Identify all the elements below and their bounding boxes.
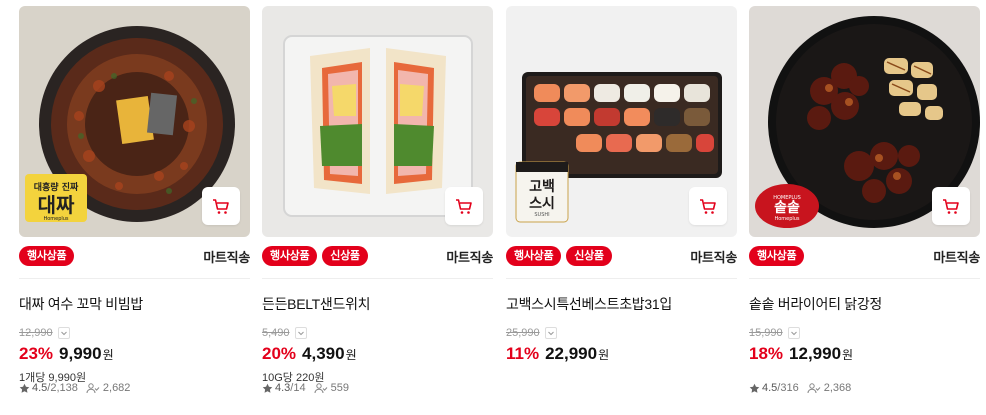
chevron-down-icon xyxy=(790,331,797,336)
cart-icon xyxy=(943,199,959,214)
buyer-count: 2,368 xyxy=(823,382,852,394)
product-image[interactable]: 고백 스시 SUSHI xyxy=(506,6,737,237)
buyers-icon xyxy=(314,383,327,394)
currency: 원 xyxy=(598,348,610,362)
review-stats[interactable]: 4.3 /14 559 xyxy=(262,382,349,394)
cart-icon xyxy=(213,199,229,214)
sale-price: 9,990 xyxy=(59,344,102,363)
badge-row: 행사상품 마트직송 xyxy=(749,245,980,267)
svg-text:Homeplus: Homeplus xyxy=(43,216,68,222)
rating: 4.3 xyxy=(275,382,291,394)
event-badge: 행사상품 xyxy=(749,246,805,266)
price-row: 23% 9,990 원 xyxy=(19,344,250,366)
currency: 원 xyxy=(345,348,357,362)
star-icon xyxy=(749,383,760,393)
original-price: 25,990 xyxy=(506,327,540,339)
cart-icon xyxy=(700,199,716,214)
original-price-row: 12,990 xyxy=(19,326,250,340)
price-row: 11% 22,990 원 xyxy=(506,344,737,366)
event-badge: 행사상품 xyxy=(19,246,75,266)
svg-text:스시: 스시 xyxy=(529,196,555,212)
chevron-down-icon xyxy=(297,331,304,336)
unit-price: 1개당 9,990원 xyxy=(19,372,87,384)
product-name[interactable]: 고백스시특선베스트초밥31입 xyxy=(506,294,737,312)
product-image[interactable] xyxy=(262,6,493,237)
buyer-count: 559 xyxy=(330,382,349,394)
add-to-cart-button[interactable] xyxy=(202,187,240,225)
product-card[interactable]: 대흥량 진짜 대짜 Homeplus 행사상품 마트직송 대짜 여수 꼬막 비빔… xyxy=(19,6,250,384)
review-count: /14 xyxy=(290,382,306,394)
svg-text:대흥량 진짜: 대흥량 진짜 xyxy=(34,181,79,193)
price-row: 20% 4,390 원 xyxy=(262,344,493,366)
add-to-cart-button[interactable] xyxy=(932,187,970,225)
event-badge: 행사상품 xyxy=(262,246,318,266)
product-card[interactable]: 고백 스시 SUSHI 행사상품 신상품 마트직송 고백스시특선베스트초밥31입… xyxy=(506,6,737,366)
divider xyxy=(749,278,980,279)
badge-row: 행사상품 신상품 마트직송 xyxy=(262,245,493,267)
add-to-cart-button[interactable] xyxy=(445,187,483,225)
badge-row: 행사상품 마트직송 xyxy=(19,245,250,267)
price-dropdown[interactable] xyxy=(57,327,70,339)
rating: 4.5 xyxy=(32,382,48,394)
svg-text:솥솥: 솥솥 xyxy=(774,200,800,216)
discount-rate: 23% xyxy=(19,344,54,363)
discount-rate: 20% xyxy=(262,344,297,363)
delivery-type: 마트직송 xyxy=(446,250,493,265)
buyers-icon xyxy=(807,383,821,394)
original-price: 15,990 xyxy=(749,327,783,339)
product-name[interactable]: 든든BELT샌드위치 xyxy=(262,294,493,312)
original-price: 12,990 xyxy=(19,327,53,339)
review-stats[interactable]: 4.5 /316 2,368 xyxy=(749,382,851,394)
original-price: 5,490 xyxy=(262,327,290,339)
original-price-row: 15,990 xyxy=(749,326,980,340)
discount-rate: 18% xyxy=(749,344,784,363)
review-count: /2,138 xyxy=(47,382,78,394)
sale-price: 4,390 xyxy=(302,344,345,363)
chevron-down-icon xyxy=(60,331,67,336)
delivery-type: 마트직송 xyxy=(933,250,980,265)
badge-row: 행사상품 신상품 마트직송 xyxy=(506,245,737,267)
sale-price: 22,990 xyxy=(545,344,598,363)
price-dropdown[interactable] xyxy=(787,327,800,339)
product-image[interactable]: 대흥량 진짜 대짜 Homeplus xyxy=(19,6,250,237)
sale-price: 12,990 xyxy=(789,344,842,363)
new-badge: 신상품 xyxy=(566,246,612,266)
price-dropdown[interactable] xyxy=(544,327,557,339)
add-to-cart-button[interactable] xyxy=(689,187,727,225)
unit-price: 10G당 220원 xyxy=(262,372,325,384)
svg-text:대짜: 대짜 xyxy=(38,193,75,217)
product-name[interactable]: 솥솥 버라이어티 닭강정 xyxy=(749,294,980,312)
price-dropdown[interactable] xyxy=(294,327,307,339)
price-row: 18% 12,990 원 xyxy=(749,344,980,366)
currency: 원 xyxy=(102,348,114,362)
delivery-type: 마트직송 xyxy=(690,250,737,265)
star-icon xyxy=(19,383,30,393)
product-image[interactable]: HOMEPLUS 솥솥 Homeplus xyxy=(749,6,980,237)
delivery-type: 마트직송 xyxy=(203,250,250,265)
rating: 4.5 xyxy=(762,382,778,394)
svg-text:SUSHI: SUSHI xyxy=(534,212,549,218)
review-count: /316 xyxy=(777,382,799,394)
product-name[interactable]: 대짜 여수 꼬막 비빔밥 xyxy=(19,294,250,312)
star-icon xyxy=(262,383,273,393)
buyers-icon xyxy=(86,383,100,394)
discount-rate: 11% xyxy=(506,344,540,363)
buyer-count: 2,682 xyxy=(102,382,131,394)
cart-icon xyxy=(456,199,472,214)
product-card[interactable]: HOMEPLUS 솥솥 Homeplus 행사상품 마트직송 솥솥 버라이어티 … xyxy=(749,6,980,366)
currency: 원 xyxy=(842,348,854,362)
svg-text:고백: 고백 xyxy=(529,179,555,195)
product-card[interactable]: 행사상품 신상품 마트직송 든든BELT샌드위치 5,490 20% 4,390… xyxy=(262,6,493,384)
new-badge: 신상품 xyxy=(322,246,368,266)
product-grid: 대흥량 진짜 대짜 Homeplus 행사상품 마트직송 대짜 여수 꼬막 비빔… xyxy=(0,0,986,415)
chevron-down-icon xyxy=(547,331,554,336)
original-price-row: 25,990 xyxy=(506,326,737,340)
original-price-row: 5,490 xyxy=(262,326,493,340)
event-badge: 행사상품 xyxy=(506,246,562,266)
review-stats[interactable]: 4.5 /2,138 2,682 xyxy=(19,382,130,394)
divider xyxy=(19,278,250,279)
svg-text:Homeplus: Homeplus xyxy=(774,216,799,222)
divider xyxy=(262,278,493,279)
divider xyxy=(506,278,737,279)
